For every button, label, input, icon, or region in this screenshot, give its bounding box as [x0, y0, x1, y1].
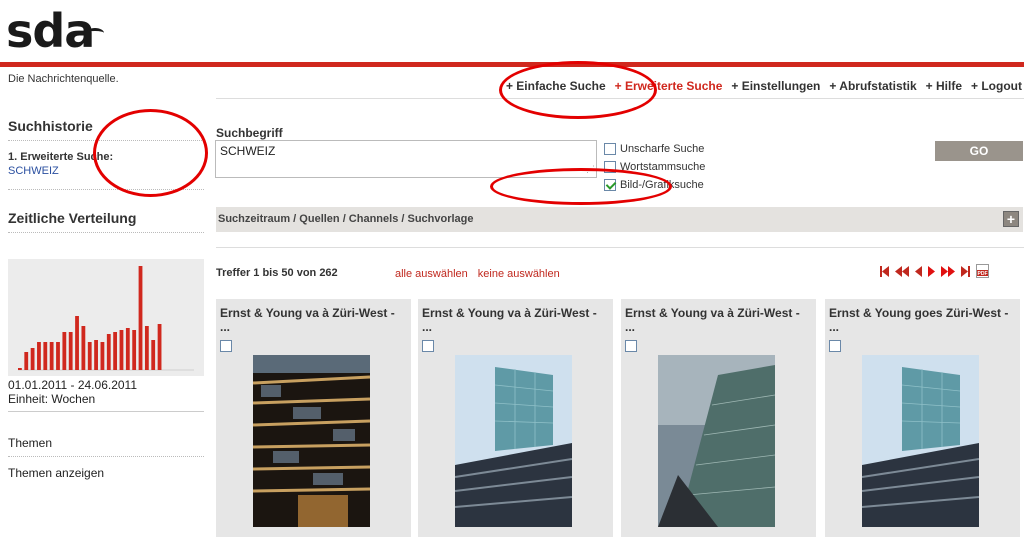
- select-none-link[interactable]: keine auswählen: [478, 268, 560, 280]
- chart-bar: [151, 340, 156, 370]
- chart-bar: [113, 332, 118, 370]
- distribution-unit: Einheit: Wochen: [8, 392, 96, 406]
- history-entry-link[interactable]: SCHWEIZ: [8, 165, 204, 177]
- card-checkbox[interactable]: [422, 340, 434, 352]
- options-bar-label: Suchzeitraum / Quellen / Channels / Such…: [218, 213, 474, 225]
- chart-bar: [125, 328, 130, 370]
- svg-text:PDF: PDF: [978, 271, 988, 277]
- card-thumbnail-atrium[interactable]: [253, 355, 370, 527]
- chart-bar: [62, 332, 67, 370]
- chart-bar: [100, 342, 105, 370]
- pdf-icon[interactable]: PDF: [976, 264, 989, 278]
- go-button[interactable]: GO: [935, 141, 1023, 161]
- sda-logo: sda: [6, 4, 95, 58]
- option-bild-grafiksuche[interactable]: Bild-/Grafiksuche: [604, 179, 704, 191]
- logo-swoosh: [86, 28, 104, 38]
- header-red-bar: [0, 62, 1024, 67]
- chart-svg: [18, 266, 194, 371]
- dotted-divider: [8, 456, 204, 457]
- chart-bar: [24, 352, 29, 370]
- dotted-divider: [8, 189, 204, 190]
- divider: [8, 411, 204, 412]
- distribution-title: Zeitliche Verteilung: [8, 210, 137, 226]
- nav-abrufstatistik[interactable]: + Abrufstatistik: [829, 79, 916, 93]
- rewind-icon[interactable]: [895, 265, 909, 277]
- card-title[interactable]: Ernst & Young goes Züri-West - ...: [829, 306, 1017, 334]
- previous-page-icon[interactable]: [915, 265, 922, 277]
- option-unscharfe-suche[interactable]: Unscharfe Suche: [604, 143, 704, 155]
- top-navigation: + Einfache Suche + Erweiterte Suche + Ei…: [506, 79, 1022, 93]
- nav-divider: [216, 98, 1024, 99]
- option-label: Bild-/Grafiksuche: [620, 179, 704, 191]
- result-card[interactable]: Ernst & Young va à Züri-West - ...: [216, 299, 411, 537]
- option-label: Unscharfe Suche: [620, 143, 705, 155]
- card-thumbnail-tower[interactable]: [455, 355, 572, 527]
- pagination: PDF: [880, 264, 989, 278]
- search-label: Suchbegriff: [216, 126, 283, 140]
- chart-bar: [106, 334, 111, 370]
- card-thumbnail-tower[interactable]: [862, 355, 979, 527]
- card-title[interactable]: Ernst & Young va à Züri-West - ...: [220, 306, 408, 334]
- nav-einfache-suche[interactable]: + Einfache Suche: [506, 79, 606, 93]
- dotted-divider: [8, 140, 204, 141]
- resize-grip-icon[interactable]: ⋰: [586, 164, 595, 175]
- card-checkbox[interactable]: [625, 340, 637, 352]
- select-all-link[interactable]: alle auswählen: [395, 268, 468, 280]
- themes-title: Themen: [8, 436, 53, 450]
- nav-erweiterte-suche[interactable]: + Erweiterte Suche: [615, 79, 723, 93]
- card-checkbox[interactable]: [220, 340, 232, 352]
- history-entry-label: 1. Erweiterte Suche:: [8, 151, 114, 163]
- result-card[interactable]: Ernst & Young va à Züri-West - ...: [621, 299, 816, 537]
- result-card[interactable]: Ernst & Young goes Züri-West - ...: [825, 299, 1020, 537]
- checkbox[interactable]: [604, 143, 616, 155]
- chart-bar: [30, 348, 35, 370]
- chart-bar: [144, 326, 149, 370]
- fast-forward-icon[interactable]: [941, 265, 955, 277]
- sidebar: Suchhistorie 1. Erweiterte Suche: SCHWEI…: [8, 108, 204, 233]
- nav-einstellungen[interactable]: + Einstellungen: [731, 79, 820, 93]
- search-options-bar[interactable]: Suchzeitraum / Quellen / Channels / Such…: [216, 207, 1023, 232]
- chart-bar: [56, 342, 60, 370]
- time-distribution-chart: [8, 259, 204, 376]
- themes-link[interactable]: Themen anzeigen: [8, 466, 204, 480]
- chart-caption: 01.01.2011 - 24.06.2011 Einheit: Wochen …: [8, 378, 204, 480]
- checkbox-checked[interactable]: [604, 179, 616, 191]
- search-input[interactable]: SCHWEIZ: [215, 140, 597, 178]
- chart-bar: [94, 340, 98, 370]
- chart-bar: [18, 368, 22, 370]
- nav-logout[interactable]: + Logout: [971, 79, 1022, 93]
- expand-plus-icon[interactable]: +: [1003, 211, 1019, 227]
- card-checkbox[interactable]: [829, 340, 841, 352]
- result-card[interactable]: Ernst & Young va à Züri-West - ...: [418, 299, 613, 537]
- chart-bar: [68, 332, 73, 370]
- option-wortstammsuche[interactable]: Wortstammsuche: [604, 161, 705, 173]
- chart-bar: [37, 342, 41, 370]
- chart-bar: [87, 342, 92, 370]
- chart-bar: [138, 266, 143, 370]
- chart-bar: [157, 324, 162, 370]
- chart-bar: [132, 330, 137, 370]
- history-title: Suchhistorie: [8, 118, 93, 134]
- tagline: Die Nachrichtenquelle.: [8, 73, 119, 85]
- nav-hilfe[interactable]: + Hilfe: [926, 79, 962, 93]
- dotted-divider: [8, 232, 204, 233]
- first-page-icon[interactable]: [880, 265, 889, 277]
- results-summary: Treffer 1 bis 50 von 262: [216, 267, 338, 279]
- chart-bar: [49, 342, 54, 370]
- chart-bar: [81, 326, 86, 370]
- last-page-icon[interactable]: [961, 265, 970, 277]
- card-title[interactable]: Ernst & Young va à Züri-West - ...: [422, 306, 610, 334]
- option-label: Wortstammsuche: [620, 161, 706, 173]
- selection-links: alle auswählen keine auswählen: [395, 268, 560, 280]
- divider: [216, 247, 1024, 248]
- chart-bar: [75, 316, 79, 370]
- chart-bar: [119, 330, 124, 370]
- checkbox[interactable]: [604, 161, 616, 173]
- card-thumbnail-facade[interactable]: [658, 355, 775, 527]
- card-title[interactable]: Ernst & Young va à Züri-West - ...: [625, 306, 813, 334]
- next-page-icon[interactable]: [928, 265, 935, 277]
- chart-bar: [43, 342, 48, 370]
- distribution-range: 01.01.2011 - 24.06.2011: [8, 378, 137, 392]
